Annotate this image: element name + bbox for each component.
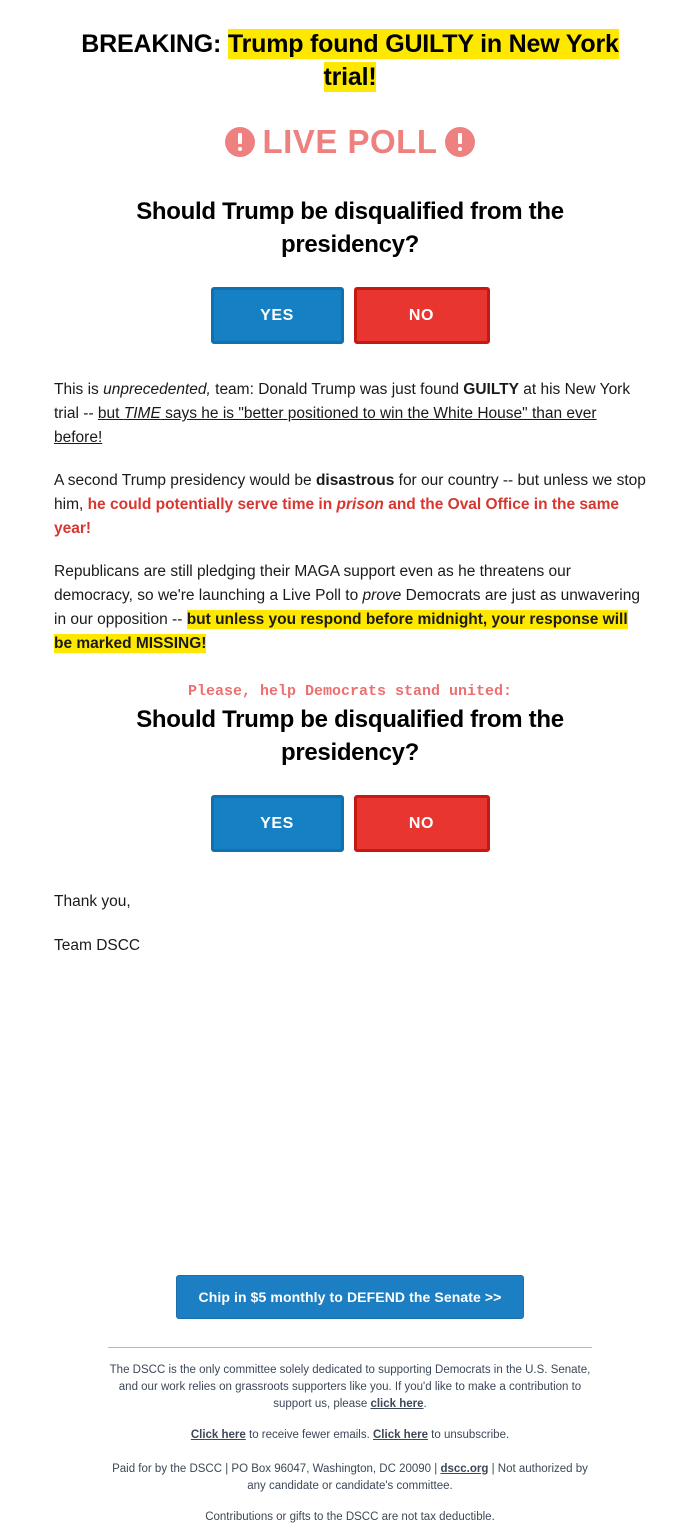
poll-buttons-bottom: YES NO <box>0 769 700 853</box>
paragraph-3: Republicans are still pledging their MAG… <box>54 560 646 656</box>
p3-italic-prove: prove <box>362 587 402 605</box>
plea-text: Please, help Democrats stand united: <box>187 683 513 701</box>
footer-about-text: The DSCC is the only committee solely de… <box>109 1363 591 1411</box>
p1-link-a: but <box>97 405 124 423</box>
footer-about-period: . <box>423 1398 427 1411</box>
vote-no-button[interactable]: NO <box>353 287 490 345</box>
paragraph-2: A second Trump presidency would be disas… <box>54 469 646 541</box>
donate-button[interactable]: Chip in $5 monthly to DEFEND the Senate … <box>175 1274 525 1319</box>
p2-red-a: he could potentially serve time in <box>87 496 337 514</box>
p2-red-warning: he could potentially serve time in priso… <box>54 496 619 537</box>
signoff-line-1: Thank you, <box>54 893 131 911</box>
footer-paid-a: Paid for by the DSCC | PO Box 96047, Was… <box>112 1462 441 1475</box>
live-poll-label: LIVE POLL <box>262 123 438 160</box>
page-title-secondary: Should Trump be disqualified from the pr… <box>136 706 564 766</box>
p2-text-a: A second Trump presidency would be <box>54 472 316 490</box>
time-article-link[interactable]: but TIME says he is "better positioned t… <box>54 405 597 446</box>
footer-paid-for: Paid for by the DSCC | PO Box 96047, Was… <box>108 1461 592 1496</box>
breaking-highlight: Trump found GUILTY in New York trial! <box>227 29 619 92</box>
signoff-line-2: Team DSCC <box>54 937 141 955</box>
footer: The DSCC is the only committee solely de… <box>0 1346 700 1527</box>
p1-text-a: This is <box>54 381 104 399</box>
breaking-headline: BREAKING: Trump found GUILTY in New York… <box>0 0 700 94</box>
exclamation-circle-icon <box>444 127 475 157</box>
unsubscribe-link[interactable]: Click here <box>373 1429 428 1441</box>
p1-text-c: team: Donald Trump was just found <box>210 381 464 399</box>
p1-link-italic: TIME <box>123 405 161 423</box>
poll-buttons-top: YES NO <box>0 261 700 345</box>
footer-about: The DSCC is the only committee solely de… <box>108 1362 592 1414</box>
footer-prefs-end: to unsubscribe. <box>427 1429 510 1442</box>
breaking-prefix: BREAKING: <box>81 30 228 58</box>
footer-prefs-mid: to receive fewer emails. <box>245 1429 373 1442</box>
dscc-org-link[interactable]: dscc.org <box>440 1463 488 1475</box>
fewer-emails-link[interactable]: Click here <box>191 1429 246 1441</box>
p2-red-italic: prison <box>336 496 384 514</box>
exclamation-circle-icon <box>225 127 256 157</box>
footer-preferences: Click here to receive fewer emails. Clic… <box>108 1427 592 1444</box>
p2-bold-disastrous: disastrous <box>315 472 395 490</box>
signoff: Thank you, Team DSCC <box>0 890 700 958</box>
vote-yes-button[interactable]: YES <box>210 287 344 345</box>
live-poll-banner: LIVE POLL <box>0 94 700 160</box>
page-title: Should Trump be disqualified from the pr… <box>136 198 564 258</box>
footer-contribute-link[interactable]: click here <box>370 1398 423 1410</box>
paragraph-1: This is unprecedented, team: Donald Trum… <box>54 378 646 450</box>
footer-divider <box>108 1346 592 1348</box>
email-body: BREAKING: Trump found GUILTY in New York… <box>0 0 700 1526</box>
footer-tax-notice: Contributions or gifts to the DSCC are n… <box>205 1511 495 1524</box>
vote-yes-button[interactable]: YES <box>210 795 344 853</box>
email-copy: This is unprecedented, team: Donald Trum… <box>0 378 700 656</box>
p1-italic: unprecedented, <box>103 381 211 399</box>
vote-no-button[interactable]: NO <box>353 795 490 853</box>
p1-bold-guilty: GUILTY <box>463 381 519 399</box>
donate-row: Chip in $5 monthly to DEFEND the Senate … <box>0 1274 700 1319</box>
